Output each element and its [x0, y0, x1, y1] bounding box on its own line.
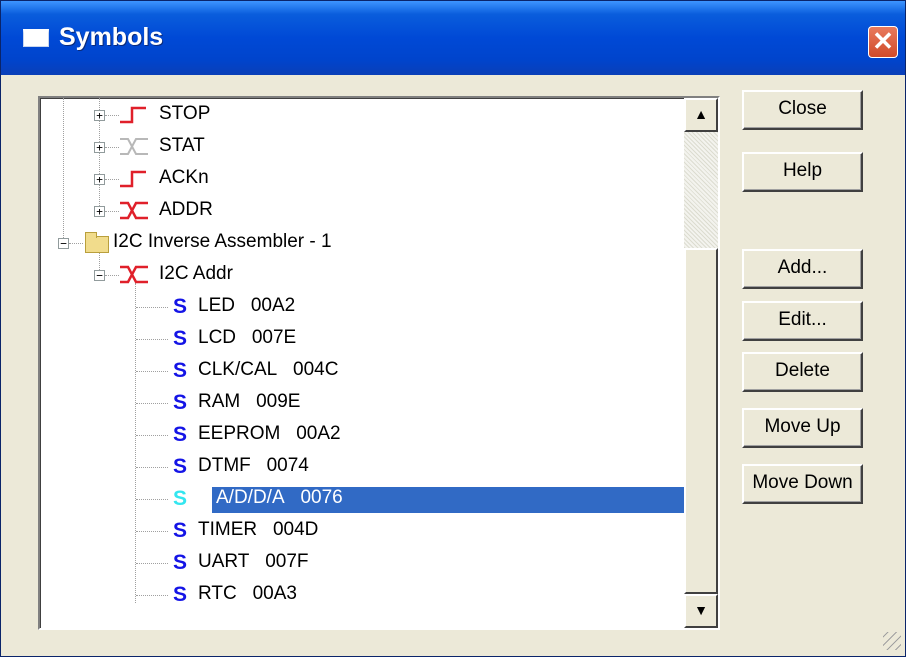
- expand-ackn-button[interactable]: +: [94, 174, 105, 185]
- symbol-value: 00A2: [250, 295, 296, 316]
- tree-guide-line: [135, 283, 136, 603]
- tree-item-group[interactable]: I2C Addr: [159, 262, 233, 286]
- expand-stat-button[interactable]: +: [94, 142, 105, 153]
- tree-connector: [105, 115, 119, 116]
- tree-scrollbar[interactable]: ▲ ▼: [684, 98, 718, 628]
- symbol-name: RAM: [198, 391, 241, 412]
- symbol-name: EEPROM: [198, 423, 281, 444]
- tree-item-symbol[interactable]: UART 007F: [198, 550, 309, 574]
- tree-item-ackn[interactable]: ACKn: [159, 166, 209, 190]
- symbol-name: DTMF: [198, 455, 251, 476]
- symbol-value: 00A3: [252, 583, 297, 604]
- red-rising-edge-icon: [120, 170, 146, 188]
- close-button[interactable]: Close: [742, 90, 863, 130]
- tree-item-symbol[interactable]: DTMF 0074: [198, 454, 309, 478]
- resize-grip-icon[interactable]: [883, 632, 901, 650]
- collapse-group-button[interactable]: −: [94, 270, 105, 281]
- tree-connector: [136, 339, 168, 340]
- tree-item-symbol[interactable]: RAM 009E: [198, 390, 300, 414]
- red-transition-icon: [120, 201, 148, 220]
- symbol-value: 007E: [251, 327, 297, 348]
- symbol-icon: S: [173, 519, 188, 542]
- symbol-value: 004C: [293, 359, 339, 380]
- tree-guide-line: [63, 98, 64, 238]
- tree-connector: [136, 371, 168, 372]
- scroll-down-button[interactable]: ▼: [684, 594, 718, 628]
- folder-icon: [85, 232, 109, 253]
- symbol-name: TIMER: [198, 519, 258, 540]
- tree-item-addr[interactable]: ADDR: [159, 198, 213, 222]
- scroll-thumb[interactable]: [684, 248, 718, 594]
- symbol-name: RTC: [198, 583, 237, 604]
- tree-item-symbol[interactable]: EEPROM 00A2: [198, 422, 341, 446]
- expand-addr-button[interactable]: +: [94, 206, 105, 217]
- title-bar[interactable]: Symbols ✕: [1, 1, 905, 75]
- expand-stop-button[interactable]: +: [94, 110, 105, 121]
- symbol-name: LED: [198, 295, 235, 316]
- help-button[interactable]: Help: [742, 152, 863, 192]
- symbol-value: 004D: [272, 519, 319, 540]
- tree-connector: [136, 499, 168, 500]
- window-icon: [23, 29, 49, 47]
- symbols-dialog: Symbols ✕ + STOP + STAT + ACKn + ADDR − …: [0, 0, 906, 657]
- move-up-button[interactable]: Move Up: [742, 408, 863, 448]
- tree-connector: [136, 403, 168, 404]
- symbol-icon: S: [173, 551, 188, 574]
- symbol-tree[interactable]: + STOP + STAT + ACKn + ADDR − I2C Invers…: [38, 96, 720, 630]
- symbol-value: 007F: [265, 551, 309, 572]
- collapse-folder-button[interactable]: −: [58, 238, 69, 249]
- tree-item-symbol[interactable]: RTC 00A3: [198, 582, 297, 606]
- add-button[interactable]: Add...: [742, 249, 863, 289]
- symbol-icon: S: [173, 391, 188, 414]
- symbol-value: 0074: [266, 455, 309, 476]
- tree-item-symbol[interactable]: LED 00A2: [198, 294, 295, 318]
- symbol-icon: S: [173, 327, 188, 350]
- tree-item-stop[interactable]: STOP: [159, 102, 210, 126]
- edit-button[interactable]: Edit...: [742, 301, 863, 341]
- tree-connector: [136, 467, 168, 468]
- tree-item-symbol[interactable]: LCD 007E: [198, 326, 296, 350]
- symbol-name: UART: [198, 551, 250, 572]
- symbol-icon: S: [173, 583, 188, 606]
- gray-transition-icon: [120, 138, 148, 155]
- tree-item-symbol-selected[interactable]: A/D/D/A 0076: [216, 486, 343, 510]
- tree-connector: [136, 531, 168, 532]
- tree-connector: [69, 243, 83, 244]
- symbol-icon: S: [173, 359, 188, 382]
- tree-connector: [136, 435, 168, 436]
- symbol-icon: S: [173, 455, 188, 478]
- symbol-name: CLK/CAL: [198, 359, 278, 380]
- tree-item-symbol[interactable]: TIMER 004D: [198, 518, 318, 542]
- tree-item-symbol[interactable]: CLK/CAL 004C: [198, 358, 338, 382]
- tree-connector: [105, 275, 119, 276]
- tree-connector: [105, 179, 119, 180]
- delete-button[interactable]: Delete: [742, 352, 863, 392]
- symbol-icon: S: [173, 295, 188, 318]
- red-transition-icon: [120, 265, 148, 284]
- tree-item-stat[interactable]: STAT: [159, 134, 205, 158]
- symbol-icon-selected: S: [173, 487, 188, 510]
- tree-connector: [105, 147, 119, 148]
- tree-connector: [136, 563, 168, 564]
- red-rising-edge-icon: [120, 106, 146, 124]
- tree-connector: [136, 595, 168, 596]
- symbol-value: 0076: [300, 487, 343, 508]
- window-title: Symbols: [59, 23, 164, 51]
- tree-connector: [105, 211, 119, 212]
- move-down-button[interactable]: Move Down: [742, 464, 863, 504]
- scroll-up-button[interactable]: ▲: [684, 98, 718, 132]
- symbol-value: 009E: [256, 391, 301, 412]
- symbol-name: LCD: [198, 327, 237, 348]
- tree-item-folder[interactable]: I2C Inverse Assembler - 1: [113, 230, 332, 254]
- close-window-button[interactable]: ✕: [868, 26, 898, 58]
- tree-connector: [136, 307, 168, 308]
- symbol-value: 00A2: [296, 423, 341, 444]
- symbol-icon: S: [173, 423, 188, 446]
- symbol-name: A/D/D/A: [216, 487, 285, 508]
